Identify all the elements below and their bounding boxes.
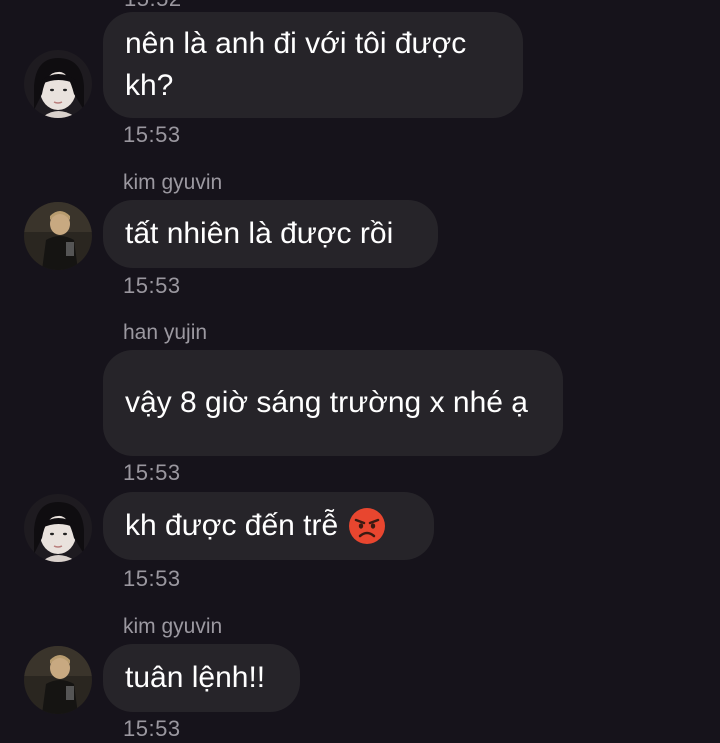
boy-avatar[interactable] (24, 202, 92, 270)
girl-avatar-image (24, 50, 92, 118)
message-text: kh được đến trễ (125, 509, 339, 542)
message-timestamp: 15:53 (123, 716, 181, 741)
message-bubble[interactable]: tất nhiên là được rồi (103, 200, 438, 268)
message-timestamp: 15:53 (123, 460, 181, 485)
message-timestamp: 15:53 (123, 566, 181, 591)
boy-avatar-image (24, 646, 92, 714)
angry-face-emoji (348, 507, 386, 545)
message-bubble[interactable]: vậy 8 giờ sáng trường x nhé ạ (103, 350, 563, 456)
boy-avatar-image (24, 202, 92, 270)
message-timestamp: 15:53 (123, 122, 181, 147)
message-text: nên là anh đi với tôi được kh? (125, 27, 475, 102)
message-text: tuân lệnh!! (125, 661, 266, 694)
message-timestamp-partial: 15:52 (124, 0, 182, 12)
message-bubble[interactable]: kh được đến trễ (103, 492, 434, 560)
boy-avatar[interactable] (24, 646, 92, 714)
chat-thread: 15:52 nên là anh đi với tôi được kh? 15:… (0, 0, 720, 743)
sender-name: kim gyuvin (123, 171, 223, 194)
message-bubble[interactable]: nên là anh đi với tôi được kh? (103, 12, 523, 118)
sender-name: han yujin (123, 321, 208, 344)
sender-name: kim gyuvin (123, 615, 223, 638)
girl-avatar[interactable] (24, 50, 92, 118)
message-text: tất nhiên là được rồi (125, 217, 394, 250)
message-bubble[interactable]: tuân lệnh!! (103, 644, 300, 712)
girl-avatar[interactable] (24, 494, 92, 562)
girl-avatar-image (24, 494, 92, 562)
message-text: vậy 8 giờ sáng trường x nhé ạ (125, 386, 528, 419)
message-timestamp: 15:53 (123, 273, 181, 298)
